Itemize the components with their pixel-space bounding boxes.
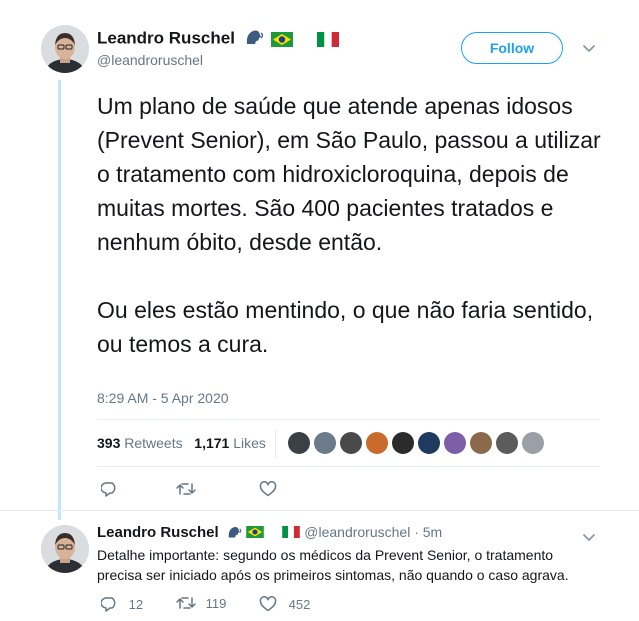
liker-avatar[interactable] <box>340 432 362 454</box>
liker-avatar[interactable] <box>444 432 466 454</box>
retweets-label[interactable]: Retweets <box>124 435 182 451</box>
retweets-count[interactable]: 393 <box>97 435 120 451</box>
liker-avatars <box>288 432 548 454</box>
like-icon[interactable] <box>259 596 277 615</box>
liker-avatar[interactable] <box>288 432 310 454</box>
speaking-head-emoji-icon <box>227 525 243 542</box>
italy-flag-icon <box>282 525 301 541</box>
liker-avatar[interactable] <box>392 432 414 454</box>
like-count: 452 <box>288 596 311 612</box>
separator-dot: · <box>414 524 419 540</box>
retweet-count: 119 <box>205 596 227 611</box>
reply-count: 12 <box>128 596 144 612</box>
liker-avatar[interactable] <box>470 432 492 454</box>
reply-icon[interactable] <box>100 481 119 502</box>
divider <box>97 419 600 420</box>
follow-button[interactable]: Follow <box>461 32 563 64</box>
reply-author-name[interactable]: Leandro Ruschel <box>97 524 219 541</box>
brazil-flag-icon <box>270 32 293 47</box>
retweet-icon[interactable] <box>176 482 196 501</box>
tweet-text: Um plano de saúde que atende apenas idos… <box>97 93 601 357</box>
italy-flag-icon <box>317 32 340 47</box>
reply-action-like[interactable]: 452 <box>259 596 310 615</box>
reply-action-reply[interactable]: 12 <box>100 596 144 615</box>
chevron-down-icon[interactable] <box>582 41 596 59</box>
reply-header: Leandro Ruschel @leandroruschel · 5m <box>97 524 442 542</box>
divider <box>97 466 600 467</box>
author-name[interactable]: Leandro Ruschel <box>97 29 235 48</box>
reply-time[interactable]: 5m <box>423 524 442 540</box>
reply-handle[interactable]: @leandroruschel <box>304 524 410 540</box>
tweet-timestamp[interactable]: 8:29 AM - 5 Apr 2020 <box>97 390 229 406</box>
author-row: Leandro Ruschel <box>97 28 340 51</box>
avatar[interactable] <box>41 25 89 73</box>
speaking-head-emoji-icon <box>245 28 265 51</box>
tweet-separator <box>0 510 639 511</box>
engagement-stats: 393 Retweets 1,171 Likes <box>97 435 266 451</box>
likes-label[interactable]: Likes <box>233 435 266 451</box>
thread-line <box>58 80 61 520</box>
brazil-flag-icon <box>246 525 265 541</box>
reply-icon[interactable] <box>100 596 119 615</box>
retweet-icon[interactable] <box>176 596 196 613</box>
liker-avatar[interactable] <box>366 432 388 454</box>
liker-avatar[interactable] <box>314 432 336 454</box>
like-icon[interactable] <box>259 481 277 502</box>
likes-count[interactable]: 1,171 <box>194 435 229 451</box>
reply-action-retweet[interactable]: 119 <box>176 596 226 613</box>
avatar[interactable] <box>41 525 89 573</box>
liker-avatar[interactable] <box>496 432 518 454</box>
reply-text: Detalhe importante: segundo os médicos d… <box>97 547 569 583</box>
liker-avatar[interactable] <box>522 432 544 454</box>
author-handle[interactable]: @leandroruschel <box>97 52 203 68</box>
stats-separator <box>275 430 276 458</box>
liker-avatar[interactable] <box>418 432 440 454</box>
